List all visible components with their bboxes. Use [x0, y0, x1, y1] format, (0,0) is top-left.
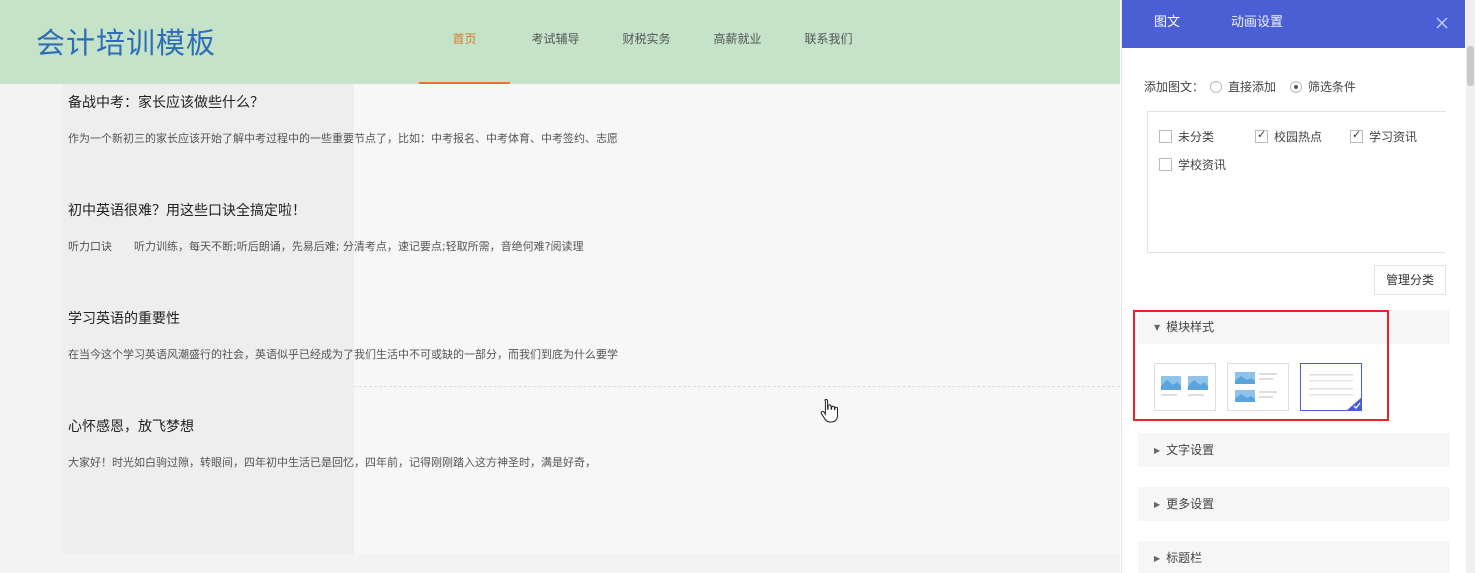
hand-cursor-icon	[820, 398, 838, 423]
category-checkbox-study-news[interactable]: 学习资讯	[1350, 128, 1417, 145]
article-title[interactable]: 备战中考：家长应该做些什么？	[68, 92, 828, 112]
tab-animation-settings[interactable]: 动画设置	[1231, 0, 1283, 48]
section-label: 文字设置	[1166, 443, 1215, 457]
image-list-icon	[1235, 372, 1277, 402]
list-item[interactable]: 备战中考：家长应该做些什么？ 作为一个新初三的家长应该开始了解中考过程中的一些重…	[68, 92, 828, 145]
nav-item-employment[interactable]: 高薪就业	[692, 0, 783, 84]
selected-check-icon	[1346, 397, 1362, 411]
checkbox[interactable]	[1350, 128, 1363, 143]
article-summary: 听力口诀 听力训练，每天不断;听后朗诵，先易后难; 分清考点，速记要点;轻取所需…	[68, 240, 584, 253]
caret-right-icon: ▶	[1154, 500, 1161, 509]
tab-graphic-text[interactable]: 图文	[1154, 0, 1180, 48]
category-label: 未分类	[1178, 130, 1215, 144]
caret-right-icon: ▶	[1154, 446, 1161, 455]
nav-item-tax-practice[interactable]: 财税实务	[601, 0, 692, 84]
article-title[interactable]: 心怀感恩，放飞梦想	[68, 416, 828, 436]
section-label: 标题栏	[1166, 551, 1203, 565]
nav-item-exam-tutoring[interactable]: 考试辅导	[510, 0, 601, 84]
list-item[interactable]: 心怀感恩，放飞梦想 大家好！时光如白驹过隙，转眼间，四年初中生活已是回忆，四年前…	[68, 416, 828, 469]
nav-item-home[interactable]: 首页	[419, 0, 510, 84]
radio-filter-condition[interactable]	[1290, 80, 1303, 93]
article-summary: 大家好！时光如白驹过隙，转眼间，四年初中生活已是回忆，四年前，记得刚刚踏入这方神…	[68, 456, 596, 469]
site-logo[interactable]: 会计培训模板	[36, 20, 216, 62]
caret-down-icon: ▼	[1154, 323, 1161, 332]
radio-filter-condition-label[interactable]: 筛选条件	[1308, 78, 1356, 95]
style-option-text-list[interactable]	[1300, 363, 1362, 411]
article-summary: 作为一个新初三的家长应该开始了解中考过程中的一些重要节点了，比如：中考报名、中考…	[68, 132, 618, 145]
add-graphic-label: 添加图文：	[1144, 80, 1205, 94]
category-label: 校园热点	[1274, 130, 1323, 144]
section-more-settings[interactable]: ▶ 更多设置	[1138, 487, 1450, 521]
article-title[interactable]: 初中英语很难？用这些口诀全搞定啦！	[68, 200, 828, 220]
section-title-bar[interactable]: ▶ 标题栏	[1138, 541, 1450, 573]
category-checkbox-uncategorized[interactable]: 未分类	[1159, 128, 1214, 145]
style-option-image-grid[interactable]	[1154, 363, 1216, 411]
radio-direct-add-label[interactable]: 直接添加	[1228, 78, 1276, 95]
checkbox[interactable]	[1255, 128, 1268, 143]
page-body	[0, 84, 1120, 573]
site-nav: 首页 考试辅导 财税实务 高薪就业 联系我们	[419, 0, 874, 84]
module-style-options	[1154, 363, 1373, 411]
list-item[interactable]: 初中英语很难？用这些口诀全搞定啦！ 听力口诀 听力训练，每天不断;听后朗诵，先易…	[68, 200, 828, 253]
add-graphic-row: 添加图文： 直接添加 筛选条件	[1144, 78, 1364, 95]
section-module-style[interactable]: ▼ 模块样式	[1138, 310, 1450, 344]
close-icon[interactable]	[1433, 14, 1451, 32]
article-summary: 在当今这个学习英语风潮盛行的社会，英语似乎已经成为了我们生活中不可或缺的一部分，…	[68, 348, 618, 361]
category-label: 学习资讯	[1369, 130, 1418, 144]
section-label: 模块样式	[1166, 320, 1215, 334]
panel-header: 图文 动画设置	[1122, 0, 1465, 48]
manage-categories-button[interactable]: 管理分类	[1374, 265, 1446, 295]
caret-right-icon: ▶	[1154, 554, 1161, 563]
checkbox[interactable]	[1159, 158, 1172, 171]
category-checkbox-school-news[interactable]: 学校资讯	[1159, 156, 1226, 173]
list-item[interactable]: 学习英语的重要性 在当今这个学习英语风潮盛行的社会，英语似乎已经成为了我们生活中…	[68, 308, 828, 361]
radio-direct-add[interactable]	[1210, 80, 1223, 93]
site-header: 会计培训模板 首页 考试辅导 财税实务 高薪就业 联系我们	[0, 0, 1120, 84]
category-checkbox-campus-hot[interactable]: 校园热点	[1255, 128, 1322, 145]
section-text-settings[interactable]: ▶ 文字设置	[1138, 433, 1450, 467]
scrollbar-thumb[interactable]	[1467, 46, 1474, 86]
settings-panel: 图文 动画设置 添加图文： 直接添加 筛选条件 未分类 校园热点 学习资讯 学校…	[1121, 0, 1465, 573]
category-filter-box: 未分类 校园热点 学习资讯 学校资讯	[1147, 111, 1446, 253]
checkbox[interactable]	[1159, 130, 1172, 143]
category-label: 学校资讯	[1178, 158, 1227, 172]
style-option-image-list[interactable]	[1227, 363, 1289, 411]
image-grid-icon	[1161, 376, 1208, 396]
divider-line	[354, 386, 1120, 387]
nav-item-contact[interactable]: 联系我们	[783, 0, 874, 84]
section-label: 更多设置	[1166, 497, 1215, 511]
article-title[interactable]: 学习英语的重要性	[68, 308, 828, 328]
